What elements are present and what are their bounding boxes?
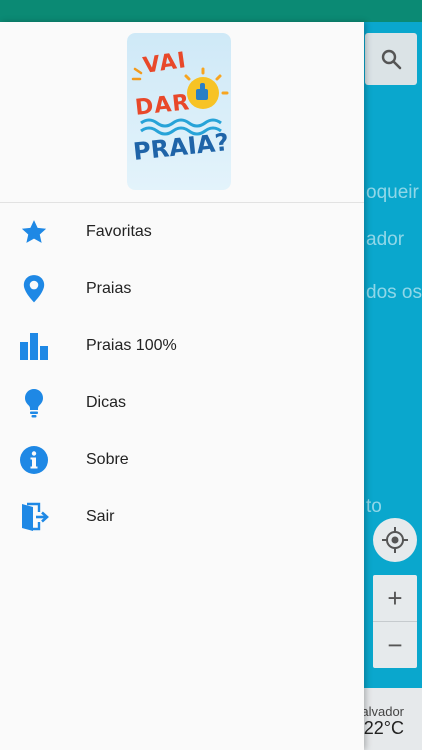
status-bar: [0, 0, 422, 22]
menu-item-sair[interactable]: Sair: [0, 488, 364, 545]
navigation-drawer: VAI DAR PRAIA? Favoritas Praias Praias 1…: [0, 22, 364, 750]
lightbulb-icon: [18, 387, 50, 419]
weather-footer: alvador /22°C: [358, 688, 422, 750]
background-text-3: dos os: [366, 282, 422, 303]
drawer-header: VAI DAR PRAIA?: [0, 22, 364, 203]
zoom-controls: + −: [373, 575, 417, 668]
menu-label-sair: Sair: [86, 507, 115, 525]
logo-word-1: VAI: [141, 48, 189, 79]
weather-city: alvador: [361, 704, 404, 719]
zoom-out-button[interactable]: −: [373, 622, 417, 668]
drawer-menu: Favoritas Praias Praias 100% Dicas Sobre: [0, 203, 364, 545]
background-text-2: ador: [366, 229, 405, 250]
menu-label-sobre: Sobre: [86, 450, 129, 468]
menu-label-dicas: Dicas: [86, 393, 127, 411]
crosshair-icon: [382, 527, 408, 553]
logo-word-2: DAR: [133, 90, 192, 121]
bar-chart-icon: [18, 330, 50, 362]
menu-label-favoritas: Favoritas: [86, 222, 152, 240]
menu-item-favoritas[interactable]: Favoritas: [0, 203, 364, 260]
zoom-in-button[interactable]: +: [373, 575, 417, 621]
menu-item-sobre[interactable]: Sobre: [0, 431, 364, 488]
menu-item-praias-100[interactable]: Praias 100%: [0, 317, 364, 374]
background-text-4: to: [366, 496, 382, 517]
menu-label-praias-100: Praias 100%: [86, 336, 177, 354]
menu-item-praias[interactable]: Praias: [0, 260, 364, 317]
background-text-1: oqueir: [366, 182, 419, 203]
info-icon: [18, 444, 50, 476]
star-icon: [18, 216, 50, 248]
logo-text: VAI DAR PRAIA?: [127, 33, 231, 190]
logo-word-3: PRAIA?: [131, 128, 231, 166]
search-icon: [381, 49, 402, 70]
my-location-button[interactable]: [373, 518, 417, 562]
search-button[interactable]: [365, 33, 417, 85]
map-pin-icon: [18, 273, 50, 305]
menu-label-praias: Praias: [86, 279, 132, 297]
weather-temperature: /22°C: [358, 718, 404, 738]
menu-item-dicas[interactable]: Dicas: [0, 374, 364, 431]
exit-icon: [18, 501, 50, 533]
app-logo: VAI DAR PRAIA?: [127, 33, 231, 190]
